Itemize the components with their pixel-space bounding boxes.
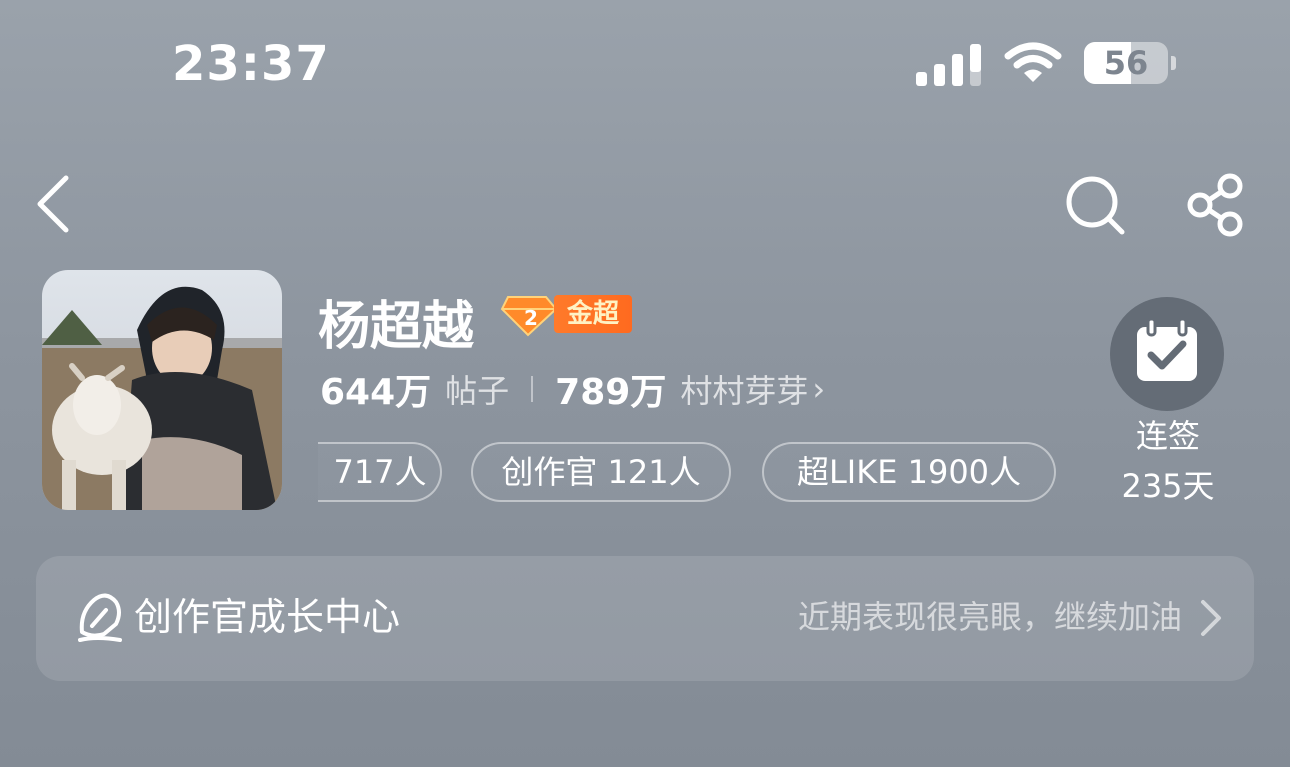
member-chips[interactable]: 717人 创作官 121人 超LIKE 1900人 [318,442,1078,502]
battery-cap [1171,56,1176,70]
chip-members-partial[interactable]: 717人 [318,442,442,502]
chip-label: 超LIKE 1900人 [796,453,1022,491]
members-link[interactable]: 789万 村村芽芽 › [555,363,825,415]
battery-level-text: 56 [1103,44,1149,82]
avatar-photo [42,270,282,510]
wifi-icon [1004,42,1062,82]
growth-center-hint: 近期表现很亮眼，继续加油 [797,598,1182,636]
back-button[interactable] [30,172,80,236]
chevron-right-icon: › [812,370,826,408]
checkin-days: 235天 [1121,467,1215,505]
posts-label: 帖子 [445,372,510,410]
status-time: 23:37 [172,36,330,92]
search-icon [1066,176,1125,235]
chevron-left-icon [37,175,69,233]
badge-label: 金超 [554,295,632,333]
badge-level-text: 2 [524,306,538,330]
avatar[interactable] [42,270,282,510]
checkin-button[interactable] [1110,297,1224,411]
community-stats: 644万 帖子 789万 村村芽芽 › [320,364,825,414]
chevron-right-icon [1201,600,1221,636]
chip-label: 创作官 121人 [501,453,701,491]
community-title: 杨超越 [318,297,475,357]
calendar-check-icon [1137,317,1197,381]
share-icon [1187,173,1243,237]
chip-super-like[interactable]: 超LIKE 1900人 [762,442,1056,502]
cellular-signal-icon [916,44,982,86]
checkin-label: 连签 [1135,417,1200,455]
chip-label: 717人 [333,453,427,491]
chip-creators[interactable]: 创作官 121人 [471,442,731,502]
search-button[interactable] [1062,172,1128,238]
posts-count: 644万 [320,372,432,413]
share-button[interactable] [1184,172,1250,238]
battery-indicator: 56 [1084,42,1168,84]
members-count: 789万 [555,372,667,413]
stats-divider [531,376,534,402]
creator-pen-icon [78,593,122,642]
diamond-level-icon: 2 [500,296,558,337]
members-label: 村村芽芽 [680,372,809,410]
growth-center-title: 创作官成长中心 [134,595,401,639]
